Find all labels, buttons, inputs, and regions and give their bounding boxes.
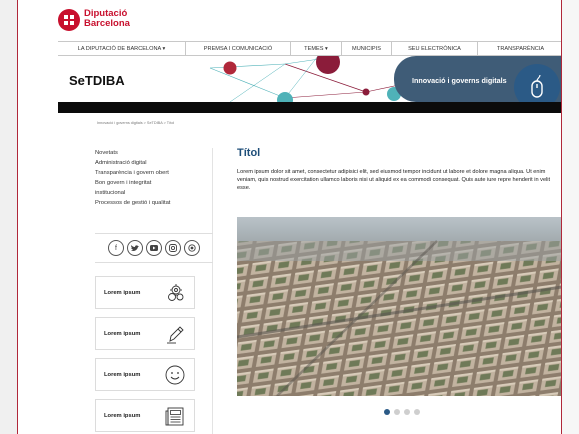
logo-bar: Diputació Barcelona [18,0,561,41]
carousel-dot-4[interactable] [414,409,420,415]
sidebar-item-bon-govern[interactable]: Bon govern i integritat [95,178,213,188]
youtube-icon[interactable] [146,240,162,256]
page-gutter [562,0,579,434]
sidebar-menu: Novetats Administració digital Transparè… [95,148,213,208]
sidebar-divider [212,148,213,434]
carousel-dot-2[interactable] [394,409,400,415]
facebook-icon[interactable]: f [108,240,124,256]
carousel-dot-3[interactable] [404,409,410,415]
hero-tagline: Innovació i governs digitals [412,76,507,85]
instagram-icon[interactable] [165,240,181,256]
nav-item-premsa[interactable]: PREMSA I COMUNICACIÓ [186,42,291,55]
site-hero-banner: SeTDIBA Innovació i governs digitals [58,56,561,102]
nav-item-transparencia[interactable]: TRANSPARÈNCIA [478,42,561,55]
breadcrumb[interactable]: Innovació i governs digitals > SeTDIBA >… [97,121,174,125]
sidebar-card-3[interactable]: Lorem ipsum [95,358,195,391]
card-label: Lorem ipsum [104,371,141,378]
twitter-icon[interactable] [127,240,143,256]
page-title: Títol [237,147,261,159]
carousel-indicators [384,409,420,415]
sidebar-item-novetats[interactable]: Novetats [95,148,213,158]
card-label: Lorem ipsum [104,412,141,419]
sidebar-card-4[interactable]: Lorem ipsum [95,399,195,432]
pen-icon [167,325,184,343]
city-aerial-photo[interactable] [237,217,561,396]
newspaper-icon [165,407,184,425]
card-label: Lorem ipsum [104,289,141,296]
flickr-icon[interactable] [184,240,200,256]
nav-item-seu-electronica[interactable]: SEU ELECTRÒNICA [392,42,478,55]
nav-item-municipis[interactable]: MUNICIPIS [342,42,392,55]
brand-name-line2: Barcelona [84,18,130,29]
sidebar-item-institucional[interactable]: institucional [95,188,213,198]
intro-paragraph: Lorem ipsum dolor sit amet, consectetur … [237,169,551,191]
card-label: Lorem ipsum [104,330,141,337]
social-links: f [95,233,213,263]
sidebar-card-1[interactable]: Lorem ipsum [95,276,195,309]
sidebar-item-processos[interactable]: Processos de gestió i qualitat [95,198,213,208]
brand-name[interactable]: Diputació Barcelona [84,9,130,29]
mouse-icon [514,64,560,102]
sidebar-item-transparencia[interactable]: Transparència i govern obert [95,168,213,178]
nav-item-diputacio[interactable]: LA DIPUTACIÓ DE BARCELONA ▾ [58,42,186,55]
site-title[interactable]: SeTDIBA [69,73,125,88]
sidebar-item-administracio-digital[interactable]: Administració digital [95,158,213,168]
smiley-icon [165,365,185,384]
hero-bottom-band [58,102,561,113]
top-navigation: LA DIPUTACIÓ DE BARCELONA ▾ PREMSA I COM… [58,41,561,56]
gears-icon [168,283,184,301]
diputacio-logo-icon[interactable] [58,9,80,31]
carousel-dot-1[interactable] [384,409,390,415]
nav-item-temes[interactable]: TEMES ▾ [291,42,342,55]
sidebar-card-2[interactable]: Lorem ipsum [95,317,195,350]
page-frame: Diputació Barcelona LA DIPUTACIÓ DE BARC… [17,0,562,434]
